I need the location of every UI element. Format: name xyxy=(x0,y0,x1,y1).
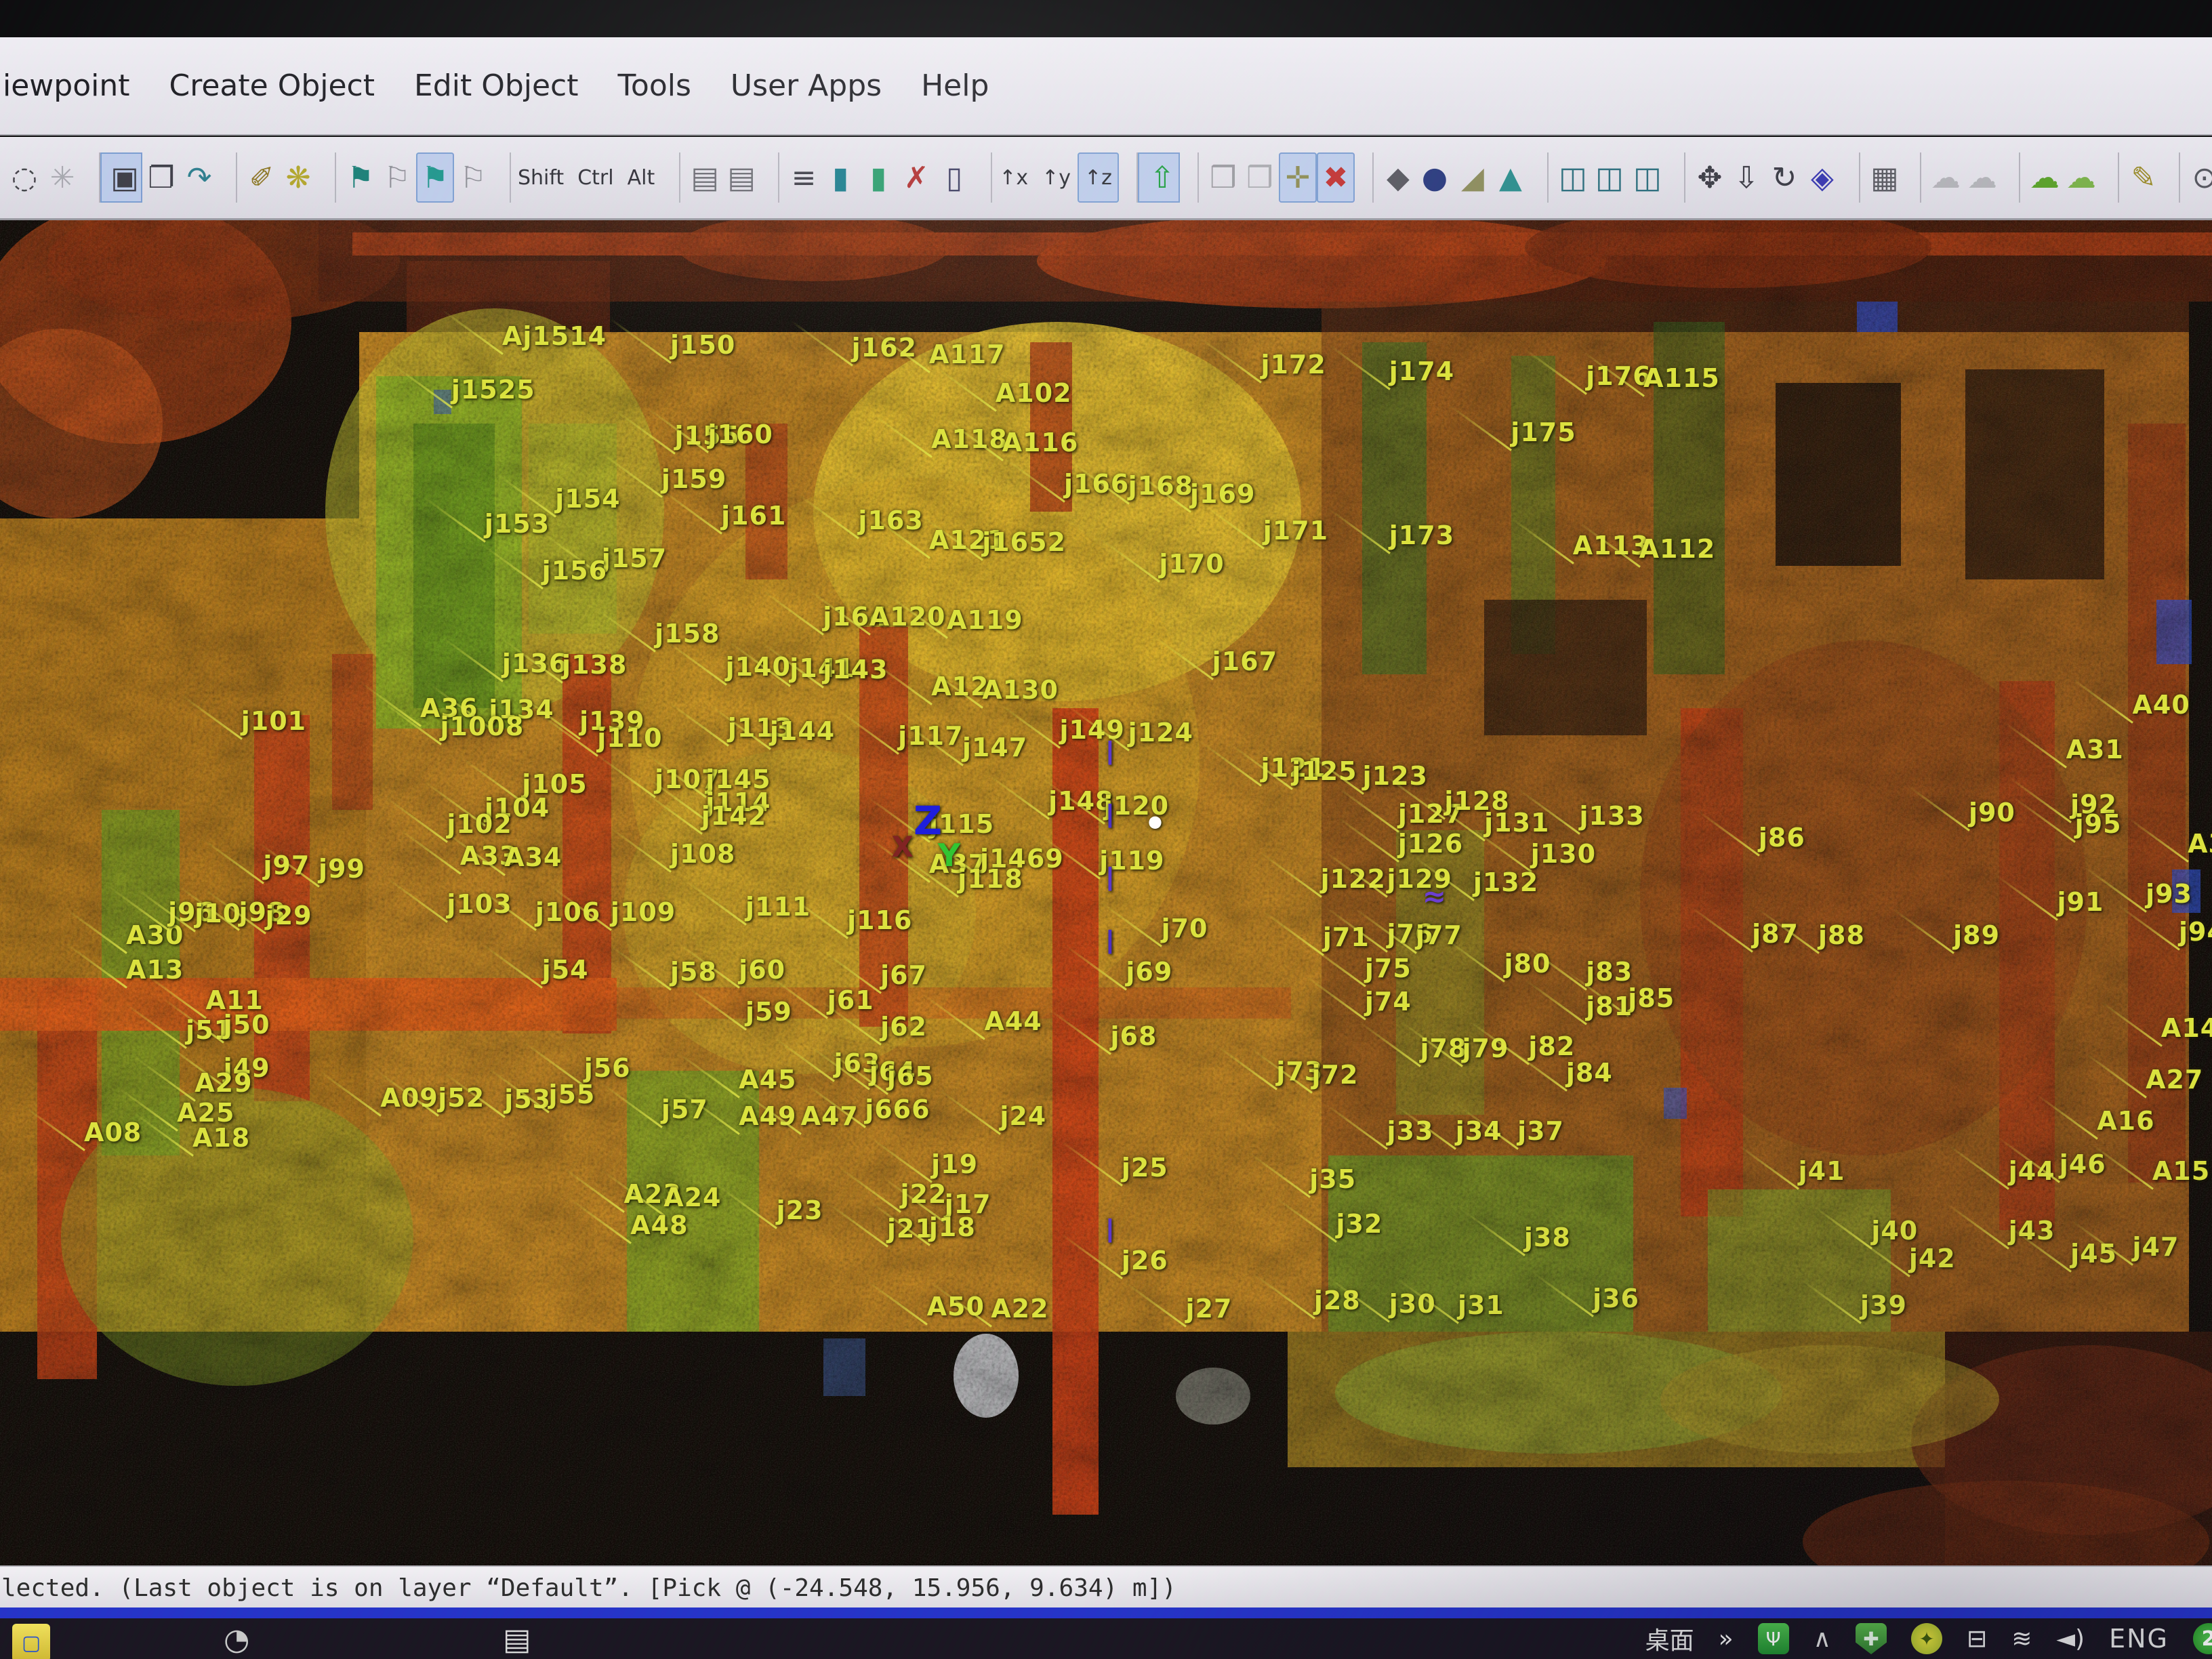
star-select-icon[interactable]: ✳ xyxy=(43,152,81,203)
wire-cube-icon[interactable]: ❐ xyxy=(142,152,180,203)
gray-box-icon[interactable]: ❒ xyxy=(1197,152,1241,203)
move-axis-icon[interactable]: ✥ xyxy=(1684,152,1727,203)
translate-down-icon[interactable]: ⇩ xyxy=(1727,152,1765,203)
point-cloud-viewport[interactable] xyxy=(0,220,2212,1565)
scan-flag-cam-icon[interactable]: ⚐ xyxy=(454,152,492,203)
system-tray: 桌面 » Ψ ∧ ✚ ✦ ⊟ ≋ ◄) ENG 2 xyxy=(1645,1618,2212,1659)
mouse-left-icon[interactable]: ▤ xyxy=(679,152,722,203)
safety-ball-icon[interactable]: ✦ xyxy=(1911,1623,1942,1654)
eye-cube-2-icon[interactable]: ◫ xyxy=(1591,152,1629,203)
monitor-screen: iewpoint Create Object Edit Object Tools Use… xyxy=(0,0,2212,1659)
layer-stack-icon[interactable]: ≡ xyxy=(778,152,821,203)
toolbar: ◌✳▣❐↷✐❋⚑⚐⚑⚐ShiftCtrlAlt▤▤≡▮▮✗▯↑x↑y↑z⇧❒❒✛… xyxy=(0,137,2212,220)
desktop-label[interactable]: 桌面 xyxy=(1645,1621,1694,1656)
point-cloud-texture xyxy=(0,220,2212,1565)
green-up-arrow-icon[interactable]: ⇧ xyxy=(1136,152,1180,203)
red-strike-icon[interactable]: ✗ xyxy=(897,152,935,203)
axis-y-button[interactable]: ↑y xyxy=(1035,152,1078,203)
axis-z-button[interactable]: ↑z xyxy=(1078,152,1119,203)
surface-cube-icon[interactable]: ▣ xyxy=(99,152,142,203)
orbit-undo-icon[interactable]: ↷ xyxy=(180,152,218,203)
menu-bar: iewpoint Create Object Edit Object Tools Use… xyxy=(0,37,2212,136)
scan-flag-outline-icon[interactable]: ⚐ xyxy=(378,152,416,203)
monitor-bezel xyxy=(0,0,2212,37)
security-shield-icon[interactable]: ✚ xyxy=(1856,1623,1887,1654)
eye-cube-3-icon[interactable]: ◫ xyxy=(1629,152,1666,203)
folder-taskbar-icon[interactable]: ▢ xyxy=(12,1624,50,1659)
menu-viewpoint[interactable]: iewpoint xyxy=(3,68,130,103)
magnifier-icon[interactable]: ⊙ xyxy=(2179,152,2212,203)
wedge-icon[interactable]: ◢ xyxy=(1454,152,1492,203)
volume-icon[interactable]: ◄) xyxy=(2056,1625,2085,1653)
cloud-gray1-icon[interactable]: ☁ xyxy=(1920,152,1963,203)
sketch-si-icon[interactable]: ✐ xyxy=(236,152,279,203)
seed-points-icon[interactable]: ❋ xyxy=(279,152,317,203)
cloud-green1-icon[interactable]: ☁ xyxy=(2019,152,2062,203)
menu-help[interactable]: Help xyxy=(921,68,989,103)
menu-user-apps[interactable]: User Apps xyxy=(731,68,882,103)
tray-expand-icon[interactable]: ∧ xyxy=(1814,1625,1831,1653)
probe-diamond-icon[interactable]: ◆ xyxy=(1372,152,1416,203)
eye-cube-1-icon[interactable]: ◫ xyxy=(1547,152,1591,203)
navy-globe-icon[interactable]: ● xyxy=(1416,152,1454,203)
ctrl-button[interactable]: Ctrl xyxy=(571,152,620,203)
add-point-icon[interactable]: ✛ xyxy=(1279,152,1317,203)
cylinder-teal-icon[interactable]: ▮ xyxy=(821,152,859,203)
blue-diamond-icon[interactable]: ◈ xyxy=(1803,152,1841,203)
taskbar: ▢ ◔ ▤ 桌面 » Ψ ∧ ✚ ✦ ⊟ ≋ ◄) ENG 2 xyxy=(0,1618,2212,1659)
cylinder-outline-icon[interactable]: ▯ xyxy=(935,152,973,203)
cloud-gray2-icon[interactable]: ☁ xyxy=(1963,152,2001,203)
alt-button[interactable]: Alt xyxy=(621,152,662,203)
notification-circle-icon[interactable]: 2 xyxy=(2193,1623,2212,1654)
axis-x-button[interactable]: ↑x xyxy=(991,152,1035,203)
gray-box2-icon[interactable]: ❒ xyxy=(1241,152,1279,203)
usb-tray-icon[interactable]: Ψ xyxy=(1758,1623,1789,1654)
taskbar-left: ▢ ◔ ▤ xyxy=(0,1618,1017,1659)
language-indicator[interactable]: ENG xyxy=(2109,1624,2169,1654)
wifi-icon[interactable]: ≋ xyxy=(2011,1625,2032,1653)
mouse-right-icon[interactable]: ▤ xyxy=(722,152,760,203)
scan-flag-active-icon[interactable]: ⚑ xyxy=(416,152,454,203)
red-target-icon[interactable]: ✖ xyxy=(1317,152,1355,203)
cylinder-green-icon[interactable]: ▮ xyxy=(859,152,897,203)
rotate-icon[interactable]: ↻ xyxy=(1765,152,1803,203)
cloud-green2-icon[interactable]: ☁ xyxy=(2062,152,2100,203)
shift-button[interactable]: Shift xyxy=(510,152,571,203)
taskbar-accent-line xyxy=(0,1607,2212,1618)
menu-edit-object[interactable]: Edit Object xyxy=(414,68,579,103)
pen-icon[interactable]: ✎ xyxy=(2118,152,2161,203)
media-taskbar-icon[interactable]: ▤ xyxy=(503,1622,531,1657)
menu-tools[interactable]: Tools xyxy=(618,68,691,103)
selection-circle-icon[interactable]: ◌ xyxy=(5,152,43,203)
status-text: lected. (Last object is on layer “Defaul… xyxy=(0,1574,1176,1602)
hatch-grid-icon[interactable]: ▦ xyxy=(1859,152,1902,203)
status-bar: lected. (Last object is on layer “Defaul… xyxy=(0,1565,2212,1609)
menu-create-object[interactable]: Create Object xyxy=(169,68,375,103)
battery-icon[interactable]: ⊟ xyxy=(1967,1625,1987,1653)
cone-teal-icon[interactable]: ▲ xyxy=(1492,152,1530,203)
browser-swirl-icon[interactable]: ◔ xyxy=(224,1622,249,1657)
scan-flag-icon[interactable]: ⚑ xyxy=(335,152,378,203)
chevron-more-icon[interactable]: » xyxy=(1719,1625,1734,1653)
